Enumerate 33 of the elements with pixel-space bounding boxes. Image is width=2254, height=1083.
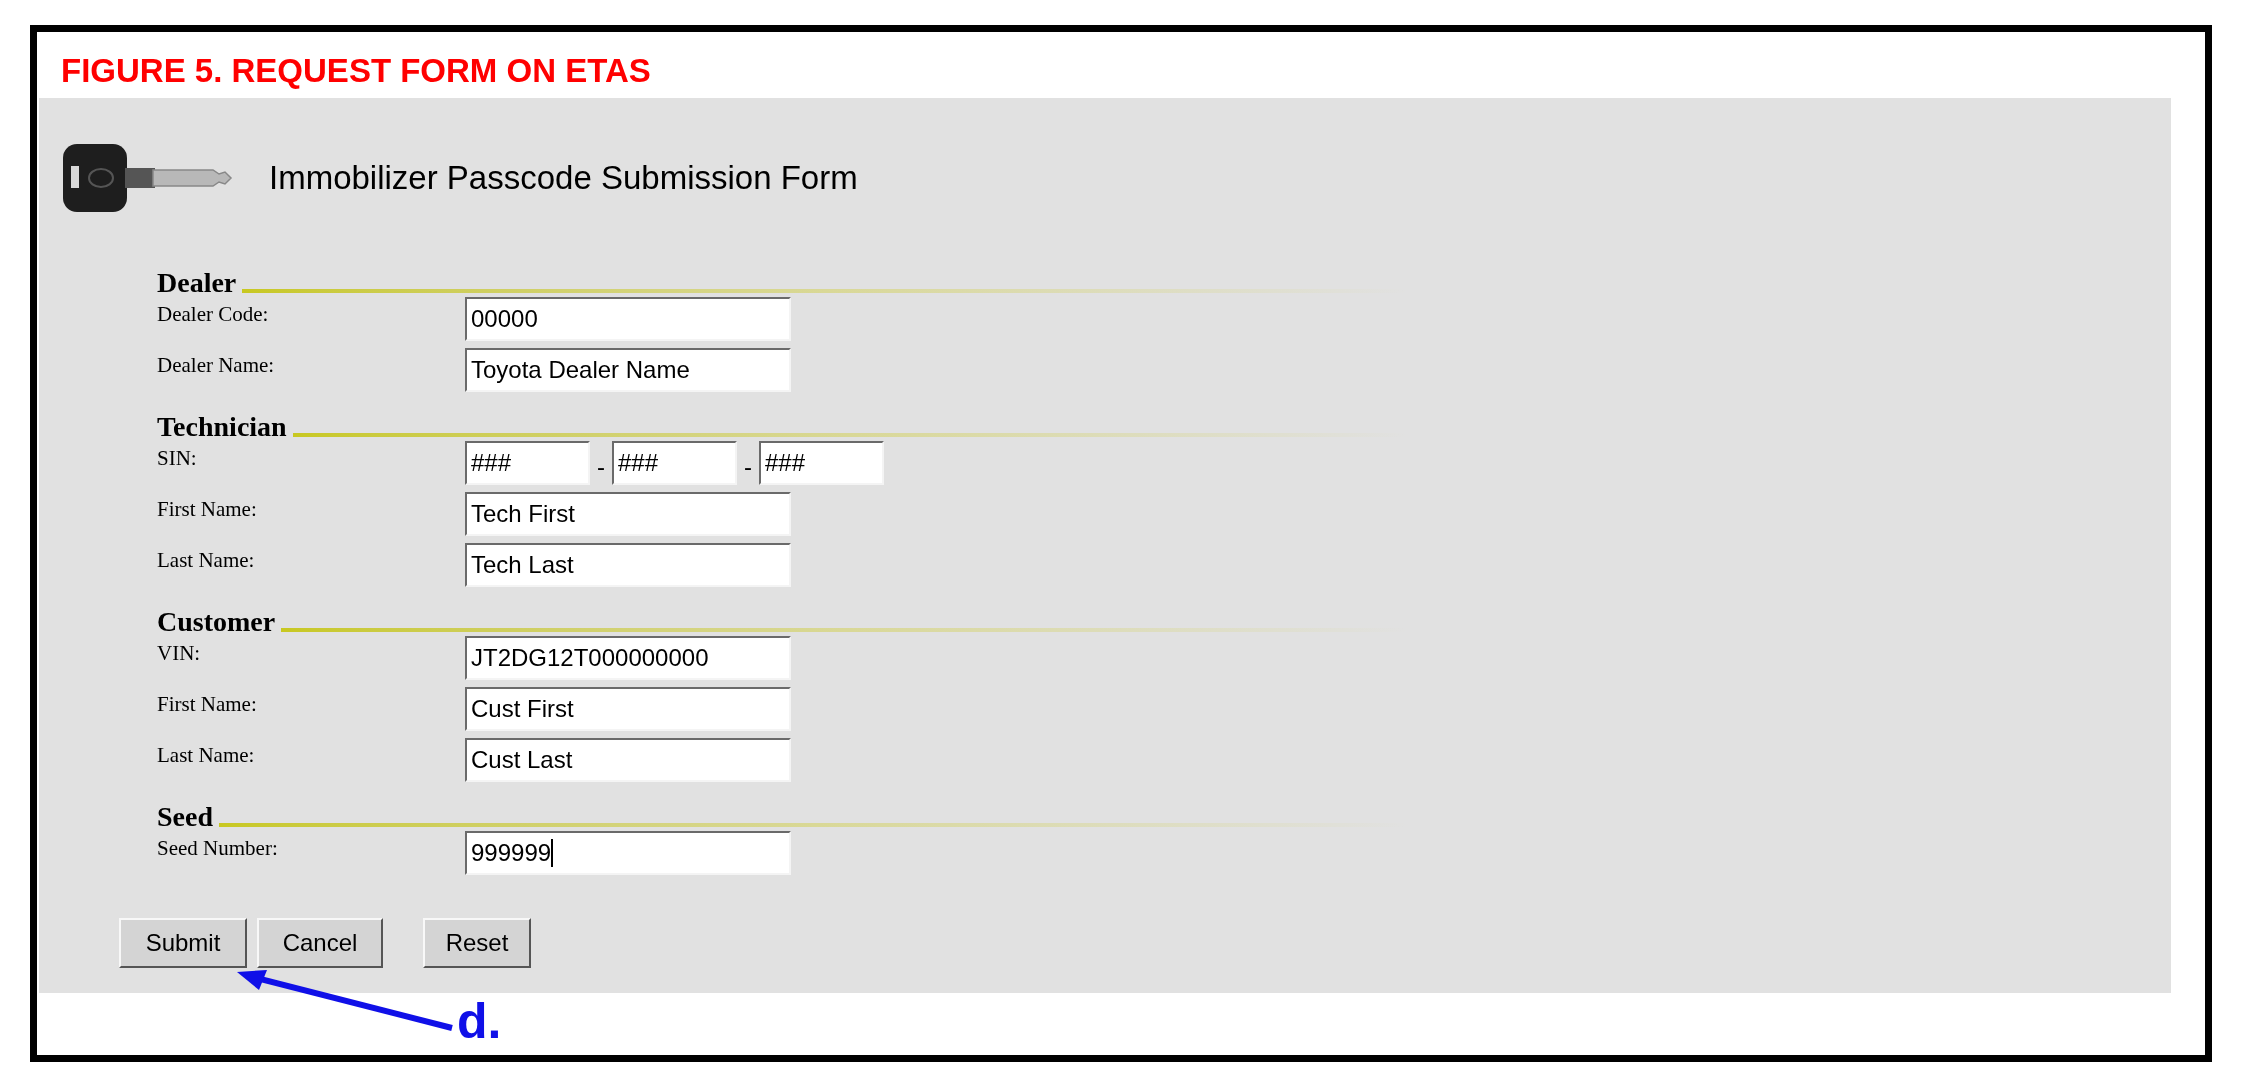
field-label: Last Name: [157,742,256,769]
input-field[interactable]: ### [759,441,884,485]
field-label: Dealer Code: [157,301,270,328]
separator-dash: - [743,452,753,482]
field-label: SIN: [157,445,198,472]
separator-dash: - [596,452,606,482]
input-field[interactable]: Tech First [465,492,791,536]
section-heading: Seed [157,803,213,831]
form-title: Immobilizer Passcode Submission Form [269,158,858,199]
figure-caption: FIGURE 5. REQUEST FORM ON ETAS [61,54,651,87]
field-label: Last Name: [157,547,256,574]
input-field[interactable]: ### [612,441,737,485]
form-button[interactable]: Cancel [257,918,383,968]
input-field[interactable]: JT2DG12T000000000 [465,636,791,680]
field-label: VIN: [157,640,202,667]
callout-label: d. [457,996,502,1046]
input-field[interactable]: Toyota Dealer Name [465,348,791,392]
field-label: Seed Number: [157,835,279,862]
input-field[interactable]: 00000 [465,297,791,341]
section-heading: Dealer [157,269,237,297]
input-field[interactable]: 999999 [465,831,791,875]
field-label: Dealer Name: [157,352,276,379]
form-button[interactable]: Reset [423,918,531,968]
field-label: First Name: [157,691,258,718]
section-heading: Technician [157,413,287,441]
form-button[interactable]: Submit [119,918,247,968]
input-field[interactable]: Tech Last [465,543,791,587]
section-heading: Customer [157,608,276,636]
input-field[interactable]: ### [465,441,590,485]
input-field[interactable]: Cust Last [465,738,791,782]
input-field[interactable]: Cust First [465,687,791,731]
car-key-icon [63,142,233,214]
field-label: First Name: [157,496,258,523]
